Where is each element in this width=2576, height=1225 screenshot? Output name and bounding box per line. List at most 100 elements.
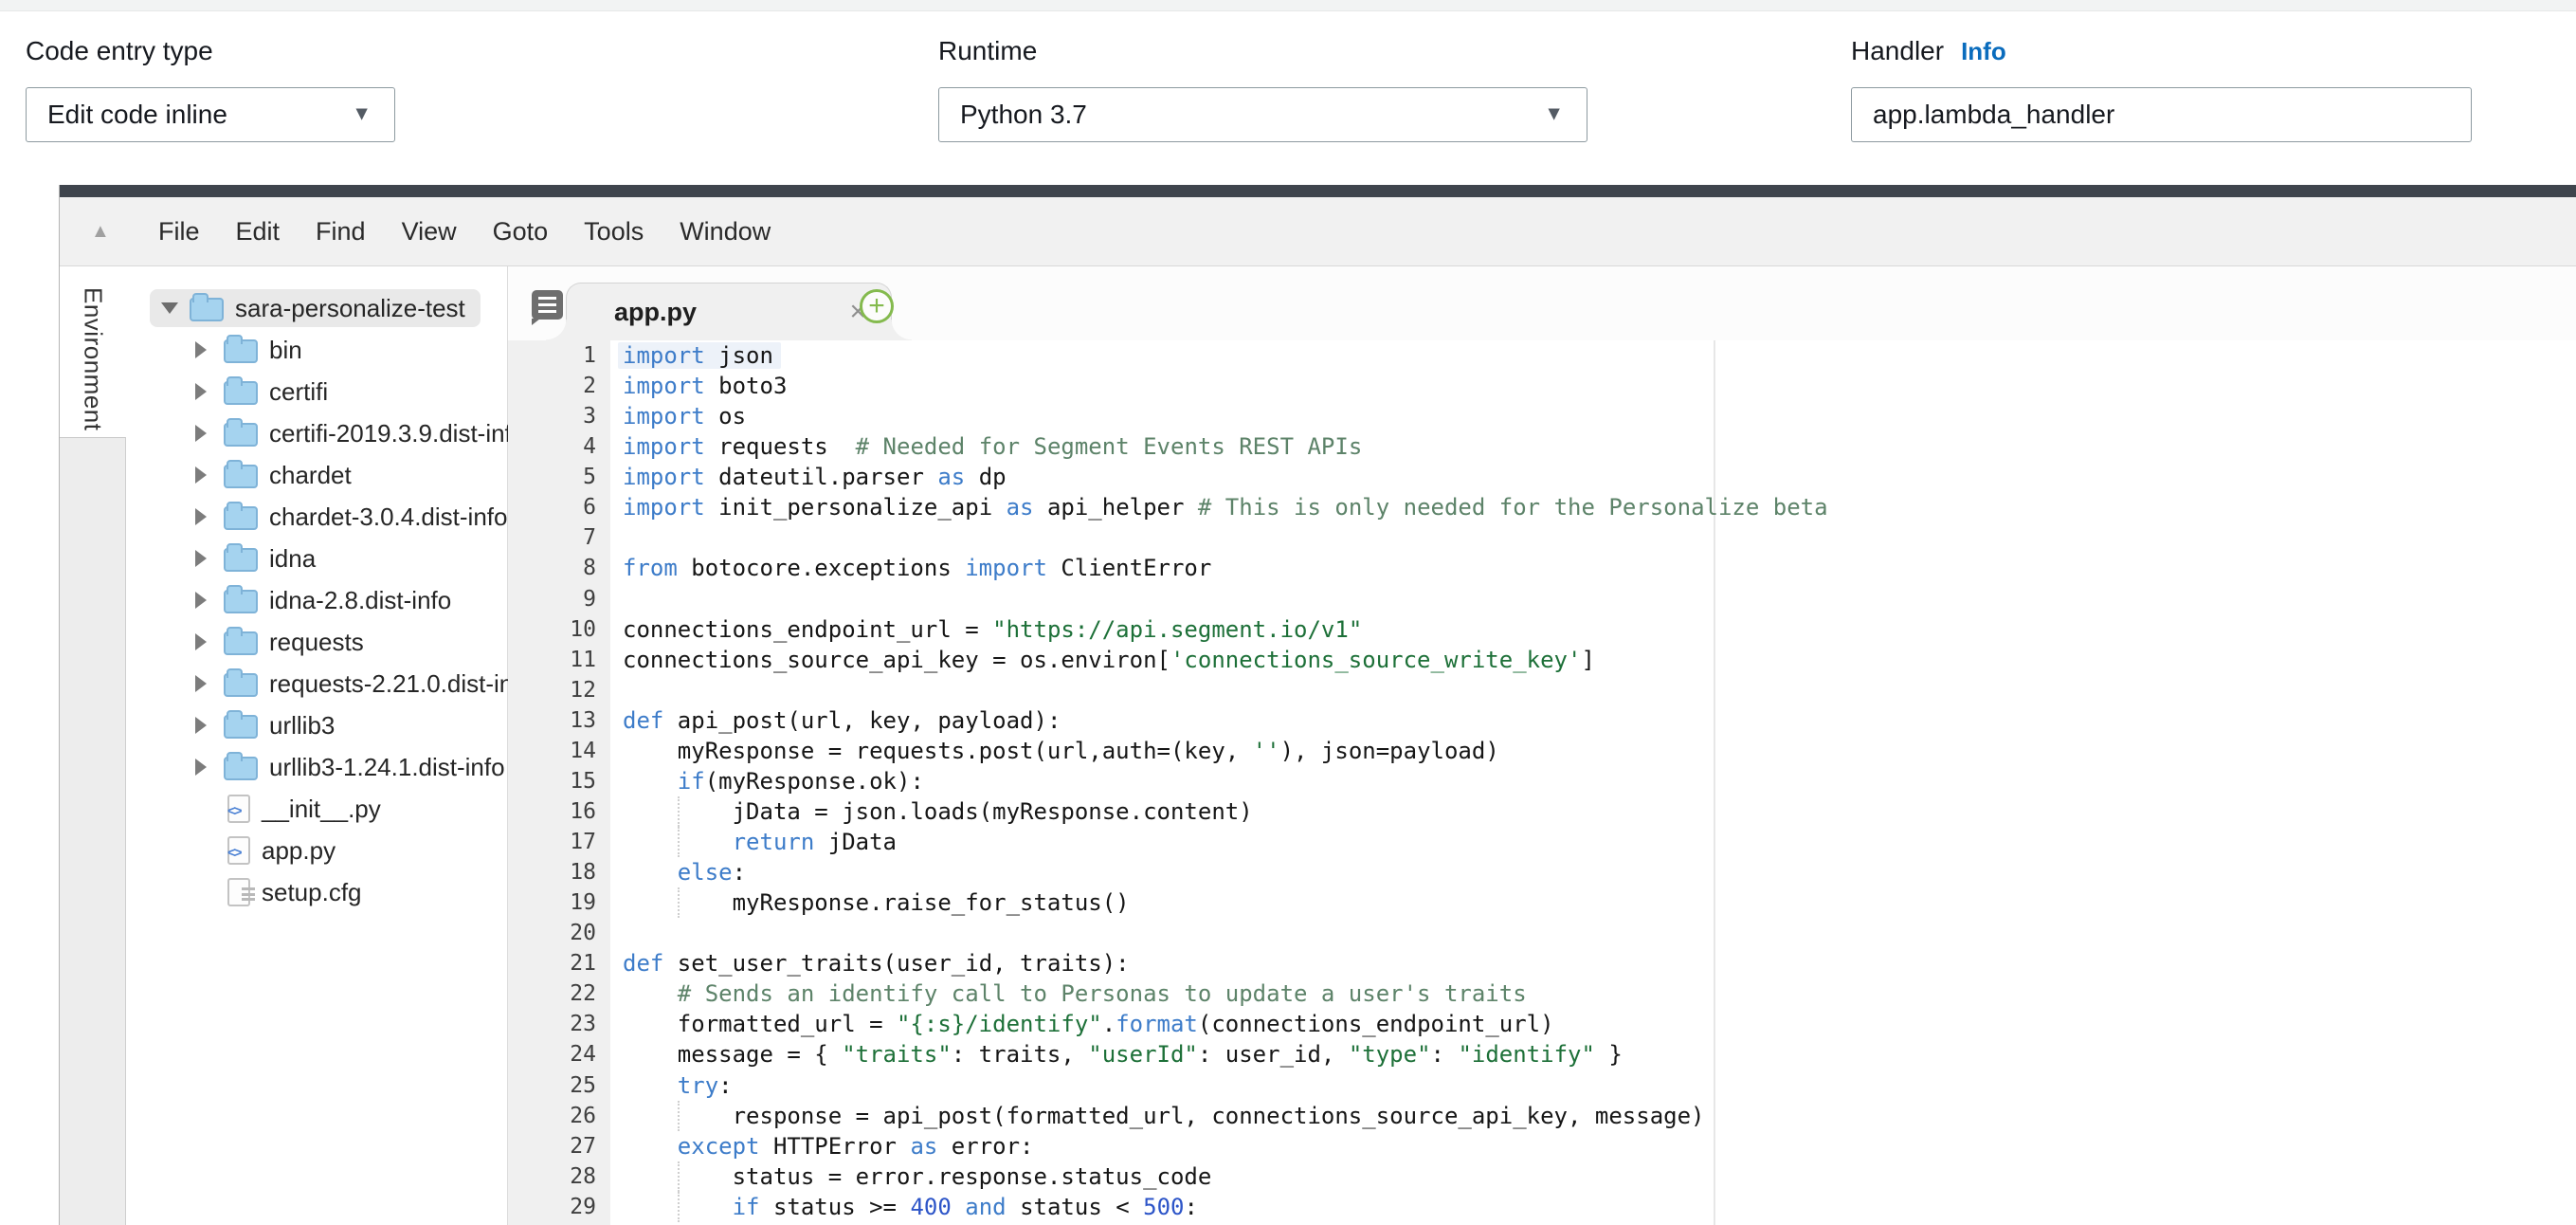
tree-item-bin[interactable]: bin bbox=[126, 329, 507, 371]
caret-collapsed-icon[interactable] bbox=[195, 592, 220, 609]
tree-item-chardet-3.0.4.dist-info[interactable]: chardet-3.0.4.dist-info bbox=[126, 496, 507, 538]
code-line-3[interactable]: import os bbox=[610, 401, 2576, 431]
tree-item-idna-2.8.dist-info[interactable]: idna-2.8.dist-info bbox=[126, 579, 507, 621]
code-line-6[interactable]: import init_personalize_api as api_helpe… bbox=[610, 492, 2576, 522]
caret-collapsed-icon[interactable] bbox=[195, 633, 220, 650]
line-number-14[interactable]: 14 bbox=[508, 736, 610, 766]
line-number-23[interactable]: 23 bbox=[508, 1009, 610, 1039]
caret-collapsed-icon[interactable] bbox=[195, 717, 220, 734]
code-line-21[interactable]: def set_user_traits(user_id, traits): bbox=[610, 948, 2576, 978]
menu-item-file[interactable]: File bbox=[140, 217, 218, 247]
code-line-11[interactable]: connections_source_api_key = os.environ[… bbox=[610, 645, 2576, 675]
tree-item-urllib3[interactable]: urllib3 bbox=[126, 704, 507, 746]
code-line-20[interactable] bbox=[610, 918, 2576, 948]
menu-item-edit[interactable]: Edit bbox=[218, 217, 299, 247]
code-line-29[interactable]: if status >= 400 and status < 500: bbox=[610, 1192, 2576, 1222]
code-line-10[interactable]: connections_endpoint_url = "https://api.… bbox=[610, 614, 2576, 645]
new-tab-button[interactable]: + bbox=[860, 289, 894, 323]
code-line-14[interactable]: myResponse = requests.post(url,auth=(key… bbox=[610, 736, 2576, 766]
line-number-26[interactable]: 26 bbox=[508, 1101, 610, 1131]
code-line-22[interactable]: # Sends an identify call to Personas to … bbox=[610, 978, 2576, 1009]
code-content[interactable]: import jsonimport boto3import osimport r… bbox=[610, 340, 2576, 1225]
line-number-21[interactable]: 21 bbox=[508, 948, 610, 978]
line-number-3[interactable]: 3 bbox=[508, 401, 610, 431]
code-line-24[interactable]: message = { "traits": traits, "userId": … bbox=[610, 1039, 2576, 1070]
line-number-4[interactable]: 4 bbox=[508, 431, 610, 462]
tree-item-requests[interactable]: requests bbox=[126, 621, 507, 663]
line-number-27[interactable]: 27 bbox=[508, 1131, 610, 1161]
caret-collapsed-icon[interactable] bbox=[195, 675, 220, 692]
line-number-12[interactable]: 12 bbox=[508, 675, 610, 705]
code-area[interactable]: 1234567891011121314151617181920212223242… bbox=[508, 340, 2576, 1225]
menu-item-view[interactable]: View bbox=[384, 217, 475, 247]
tab-list-icon[interactable] bbox=[532, 290, 563, 320]
line-number-24[interactable]: 24 bbox=[508, 1039, 610, 1070]
code-line-1[interactable]: import json bbox=[610, 340, 2576, 371]
code-line-7[interactable] bbox=[610, 522, 2576, 553]
code-line-13[interactable]: def api_post(url, key, payload): bbox=[610, 705, 2576, 736]
handler-input[interactable] bbox=[1873, 100, 2450, 130]
caret-collapsed-icon[interactable] bbox=[195, 508, 220, 525]
code-line-9[interactable] bbox=[610, 584, 2576, 614]
menu-item-find[interactable]: Find bbox=[298, 217, 384, 247]
line-number-16[interactable]: 16 bbox=[508, 796, 610, 827]
code-line-16[interactable]: jData = json.loads(myResponse.content) bbox=[610, 796, 2576, 827]
line-number-17[interactable]: 17 bbox=[508, 827, 610, 857]
line-number-10[interactable]: 10 bbox=[508, 614, 610, 645]
handler-info-link[interactable]: Info bbox=[1961, 37, 2006, 66]
tree-item-certifi[interactable]: certifi bbox=[126, 371, 507, 412]
tree-item-__init__.py[interactable]: <>__init__.py bbox=[126, 788, 507, 830]
caret-collapsed-icon[interactable] bbox=[195, 383, 220, 400]
code-line-17[interactable]: return jData bbox=[610, 827, 2576, 857]
code-entry-type-select[interactable]: Edit code inline ▼ bbox=[26, 87, 395, 142]
line-number-7[interactable]: 7 bbox=[508, 522, 610, 553]
caret-collapsed-icon[interactable] bbox=[195, 425, 220, 442]
code-line-2[interactable]: import boto3 bbox=[610, 371, 2576, 401]
code-line-8[interactable]: from botocore.exceptions import ClientEr… bbox=[610, 553, 2576, 583]
line-number-18[interactable]: 18 bbox=[508, 857, 610, 887]
code-line-26[interactable]: response = api_post(formatted_url, conne… bbox=[610, 1101, 2576, 1131]
caret-collapsed-icon[interactable] bbox=[195, 466, 220, 484]
line-number-15[interactable]: 15 bbox=[508, 766, 610, 796]
tree-item-certifi-2019.3.9.dist-info[interactable]: certifi-2019.3.9.dist-info bbox=[126, 412, 507, 454]
line-number-11[interactable]: 11 bbox=[508, 645, 610, 675]
caret-collapsed-icon[interactable] bbox=[195, 341, 220, 358]
tab-app-py[interactable]: app.py × bbox=[566, 283, 892, 340]
code-line-4[interactable]: import requests # Needed for Segment Eve… bbox=[610, 431, 2576, 462]
menu-item-window[interactable]: Window bbox=[662, 217, 789, 247]
line-number-2[interactable]: 2 bbox=[508, 371, 610, 401]
runtime-select[interactable]: Python 3.7 ▼ bbox=[938, 87, 1587, 142]
code-line-28[interactable]: status = error.response.status_code bbox=[610, 1161, 2576, 1192]
line-number-19[interactable]: 19 bbox=[508, 887, 610, 918]
tree-item-idna[interactable]: idna bbox=[126, 538, 507, 579]
line-number-22[interactable]: 22 bbox=[508, 978, 610, 1009]
menu-item-tools[interactable]: Tools bbox=[566, 217, 662, 247]
line-number-6[interactable]: 6 bbox=[508, 492, 610, 522]
collapse-editor-icon[interactable]: ▲ bbox=[91, 221, 123, 243]
tree-item-requests-2.21.0.dist-info[interactable]: requests-2.21.0.dist-info bbox=[126, 663, 507, 704]
tree-item-setup.cfg[interactable]: setup.cfg bbox=[126, 871, 507, 913]
line-number-9[interactable]: 9 bbox=[508, 584, 610, 614]
line-number-29[interactable]: 29 bbox=[508, 1192, 610, 1222]
tree-item-app.py[interactable]: <>app.py bbox=[126, 830, 507, 871]
line-number-5[interactable]: 5 bbox=[508, 462, 610, 492]
tree-item-sara-personalize-test[interactable]: sara-personalize-test bbox=[126, 287, 507, 329]
caret-expanded-icon[interactable] bbox=[161, 302, 186, 314]
code-line-15[interactable]: if(myResponse.ok): bbox=[610, 766, 2576, 796]
code-line-18[interactable]: else: bbox=[610, 857, 2576, 887]
line-number-13[interactable]: 13 bbox=[508, 705, 610, 736]
code-line-19[interactable]: myResponse.raise_for_status() bbox=[610, 887, 2576, 918]
caret-collapsed-icon[interactable] bbox=[195, 759, 220, 776]
tree-item-chardet[interactable]: chardet bbox=[126, 454, 507, 496]
code-line-5[interactable]: import dateutil.parser as dp bbox=[610, 462, 2576, 492]
code-line-27[interactable]: except HTTPError as error: bbox=[610, 1131, 2576, 1161]
line-number-28[interactable]: 28 bbox=[508, 1161, 610, 1192]
line-number-8[interactable]: 8 bbox=[508, 553, 610, 583]
line-number-20[interactable]: 20 bbox=[508, 918, 610, 948]
environment-tab[interactable]: Environment bbox=[60, 266, 126, 437]
line-number-gutter[interactable]: 1234567891011121314151617181920212223242… bbox=[508, 340, 610, 1225]
line-number-25[interactable]: 25 bbox=[508, 1070, 610, 1101]
code-line-23[interactable]: formatted_url = "{:s}/identify".format(c… bbox=[610, 1009, 2576, 1039]
code-line-25[interactable]: try: bbox=[610, 1070, 2576, 1101]
tree-item-urllib3-1.24.1.dist-info[interactable]: urllib3-1.24.1.dist-info bbox=[126, 746, 507, 788]
